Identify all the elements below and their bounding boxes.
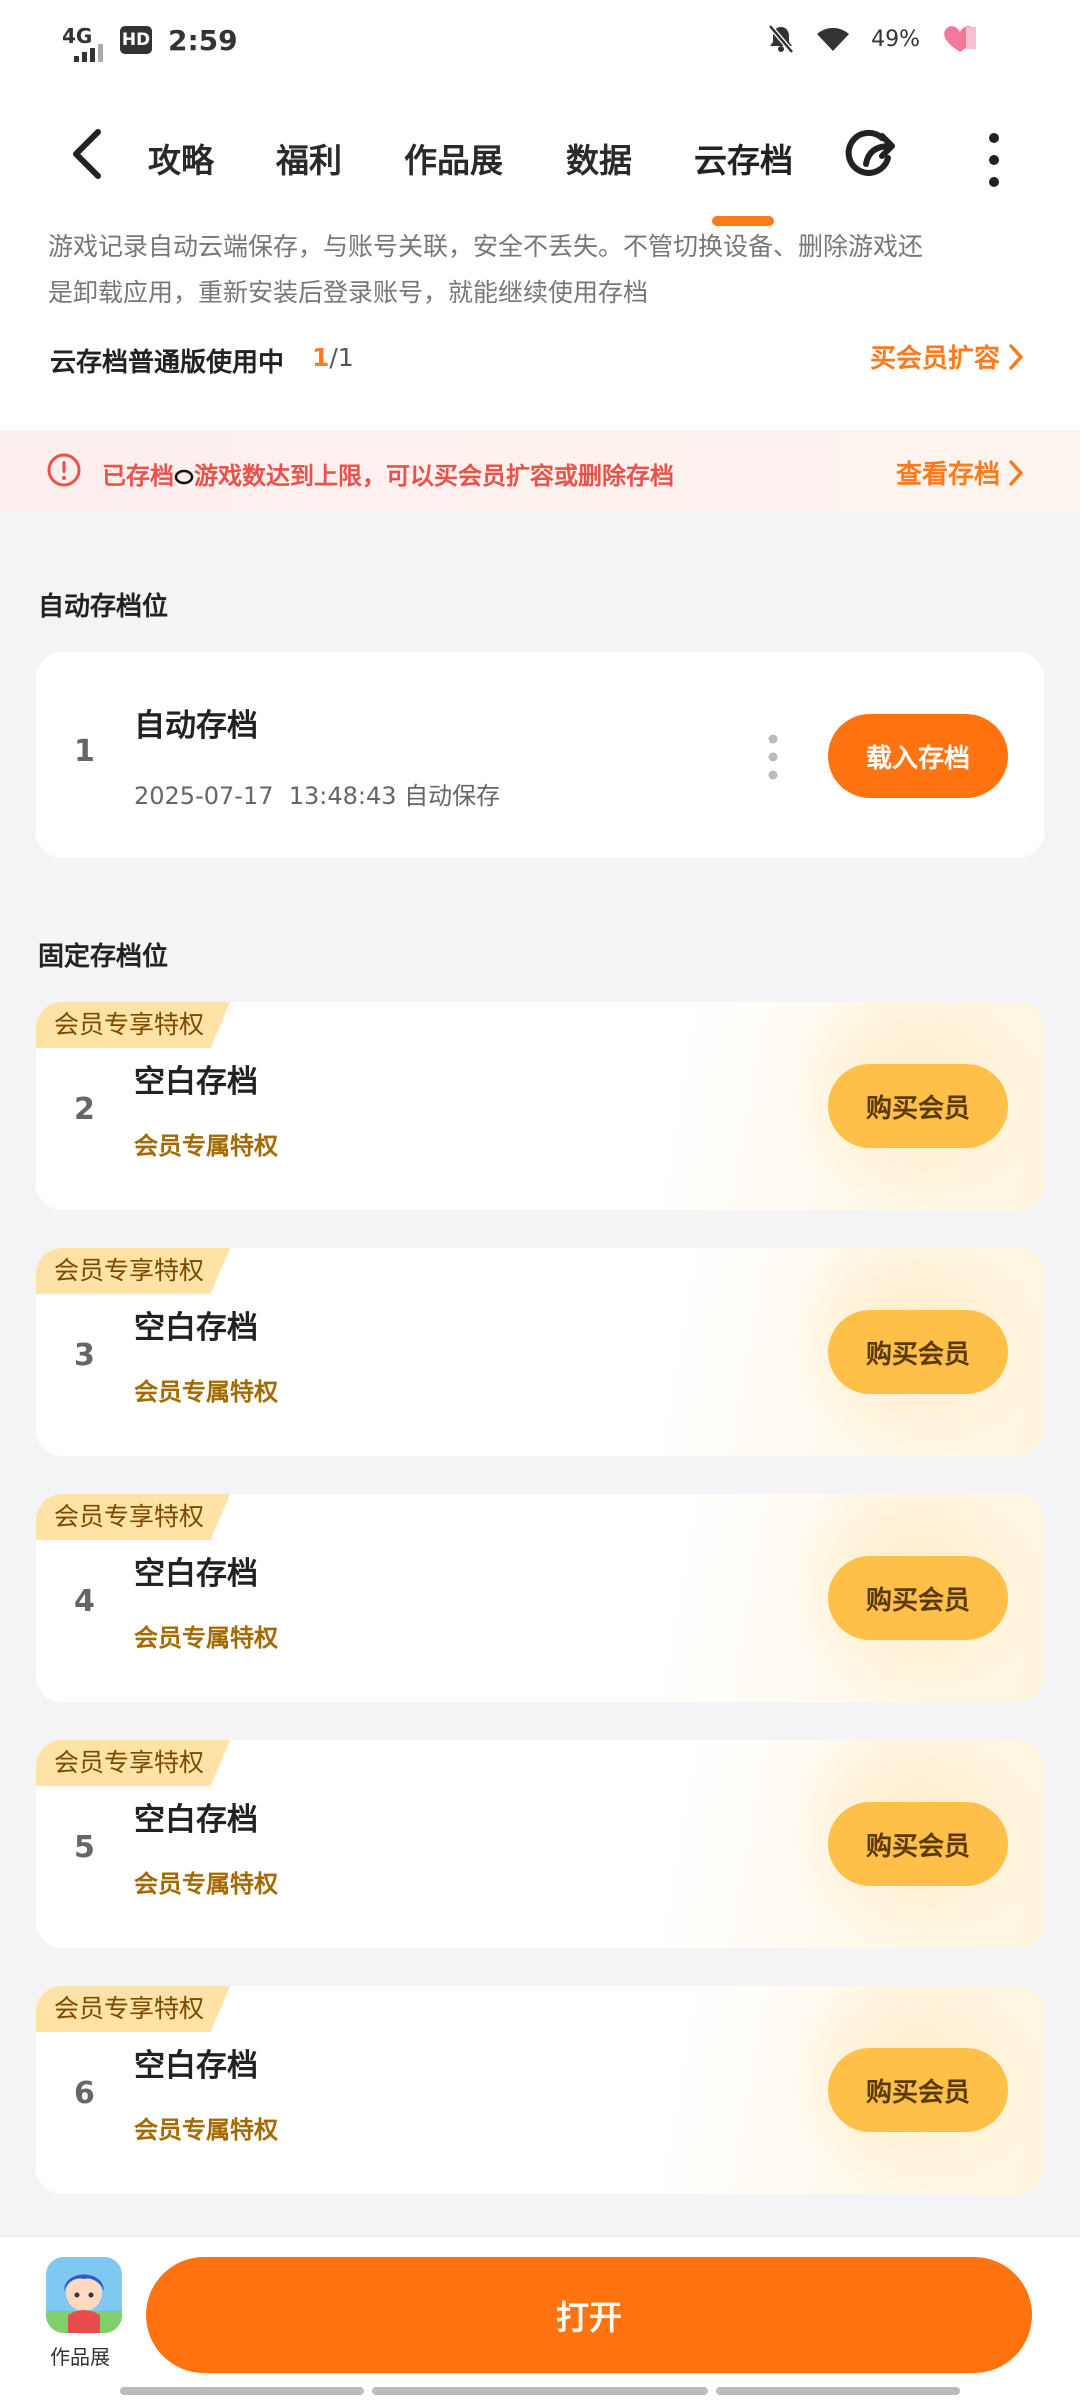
- load-save-button[interactable]: 载入存档: [828, 714, 1008, 798]
- fixed-slot-card: 会员专享特权 4 空白存档 会员专属特权 购买会员: [36, 1494, 1044, 1702]
- usage-used: 1: [312, 343, 330, 372]
- fixed-slot-card: 会员专享特权 2 空白存档 会员专属特权 购买会员: [36, 1002, 1044, 1210]
- usage-total: /1: [329, 343, 354, 372]
- fixed-slot-card: 会员专享特权 5 空白存档 会员专属特权 购买会员: [36, 1740, 1044, 1948]
- alert-icon: [47, 453, 81, 487]
- upgrade-link[interactable]: 买会员扩容: [870, 338, 1024, 375]
- buy-membership-button[interactable]: 购买会员: [828, 1556, 1008, 1640]
- slot-title: 自动存档: [134, 708, 258, 744]
- slot-subtitle: 会员专属特权: [134, 1870, 278, 1898]
- auto-save-section-title: 自动存档位: [38, 592, 169, 622]
- slot-index: 6: [74, 2076, 95, 2111]
- buy-membership-button[interactable]: 购买会员: [828, 1310, 1008, 1394]
- status-bar: 4G HD 2:59 49%: [0, 0, 1080, 84]
- intro-line-2: 是卸载应用，重新安装后登录账号，就能继续使用存档: [48, 278, 649, 307]
- member-badge: 会员专享特权: [36, 1002, 231, 1048]
- member-badge: 会员专享特权: [36, 1740, 231, 1786]
- fixed-slot-card: 会员专享特权 6 空白存档 会员专属特权 购买会员: [36, 1986, 1044, 2194]
- slot-timestamp: 2025-07-17 13:48:43 自动保存: [134, 776, 500, 811]
- warning-text-before: 已存档: [102, 462, 174, 490]
- buy-membership-button[interactable]: 购买会员: [828, 1802, 1008, 1886]
- cloud-save-intro: 游戏记录自动云端保存，与账号关联，安全不丢失。不管切换设备、删除游戏还 是卸载应…: [0, 230, 1080, 430]
- usage-label: 云存档普通版使用中: [50, 348, 285, 378]
- fixed-slot-card: 会员专享特权 3 空白存档 会员专属特权 购买会员: [36, 1248, 1044, 1456]
- nav-gesture-bar: [716, 2387, 960, 2395]
- game-character-icon: [46, 2257, 122, 2333]
- view-saves-label: 查看存档: [895, 460, 1000, 490]
- signal-icon: [74, 44, 103, 62]
- tab-benefits[interactable]: 福利: [276, 134, 342, 182]
- slot-subtitle: 会员专属特权: [134, 2116, 278, 2144]
- nav-gesture-bar: [120, 2387, 364, 2395]
- slot-title: 空白存档: [134, 1310, 258, 1346]
- app-label: 作品展: [50, 2345, 110, 2369]
- chevron-right-icon: [1009, 343, 1023, 370]
- nav-gesture-bar: [372, 2387, 708, 2395]
- slot-index: 1: [74, 734, 95, 769]
- slot-index: 5: [74, 1830, 95, 1865]
- buy-membership-button[interactable]: 购买会员: [828, 2048, 1008, 2132]
- bottom-action-bar: 作品展 打开: [0, 2236, 1080, 2401]
- slot-title: 空白存档: [134, 1802, 258, 1838]
- storage-limit-warning: 已存档 游戏数达到上限，可以买会员扩容或删除存档 查看存档: [0, 432, 1080, 512]
- heart-battery-icon: [944, 26, 976, 52]
- more-menu-icon[interactable]: [982, 130, 1006, 190]
- tab-data[interactable]: 数据: [566, 134, 632, 182]
- upgrade-label: 买会员扩容: [869, 344, 1000, 374]
- usage-count: 1/1: [312, 343, 354, 372]
- slot-options-icon[interactable]: [766, 732, 780, 782]
- wifi-icon: [817, 27, 850, 51]
- back-arrow-icon[interactable]: [64, 124, 112, 184]
- tab-cloud-save[interactable]: 云存档: [694, 134, 793, 182]
- chevron-right-icon: [1009, 459, 1023, 486]
- member-badge: 会员专享特权: [36, 1986, 231, 2032]
- intro-line-1: 游戏记录自动云端保存，与账号关联，安全不丢失。不管切换设备、删除游戏还: [48, 232, 924, 261]
- open-game-button[interactable]: 打开: [146, 2257, 1032, 2373]
- slot-title: 空白存档: [134, 1064, 258, 1100]
- warning-message: 已存档 游戏数达到上限，可以买会员扩容或删除存档: [102, 456, 674, 491]
- game-app-icon[interactable]: [46, 2257, 122, 2333]
- redaction-mark-icon: [174, 469, 194, 485]
- slot-subtitle: 会员专属特权: [134, 1624, 278, 1652]
- intro-description: 游戏记录自动云端保存，与账号关联，安全不丢失。不管切换设备、删除游戏还 是卸载应…: [48, 224, 1038, 316]
- slot-index: 3: [74, 1338, 95, 1373]
- mute-icon: [768, 24, 795, 54]
- auto-save-card: 1 自动存档 2025-07-17 13:48:43 自动保存 载入存档: [36, 652, 1044, 858]
- member-badge: 会员专享特权: [36, 1494, 231, 1540]
- save-mode: 自动保存: [404, 782, 501, 810]
- view-saves-link[interactable]: 查看存档: [896, 454, 1024, 491]
- buy-membership-button[interactable]: 购买会员: [828, 1064, 1008, 1148]
- slot-index: 4: [74, 1584, 95, 1619]
- slot-subtitle: 会员专属特权: [134, 1378, 278, 1406]
- share-icon[interactable]: [844, 126, 904, 186]
- tab-guide[interactable]: 攻略: [148, 134, 214, 182]
- tab-showcase[interactable]: 作品展: [404, 134, 503, 182]
- battery-level: 49%: [871, 26, 920, 52]
- member-badge: 会员专享特权: [36, 1248, 231, 1294]
- clock: 2:59: [168, 24, 238, 57]
- top-nav: 攻略 福利 作品展 数据 云存档: [0, 84, 1080, 231]
- fixed-save-section-title: 固定存档位: [38, 942, 169, 972]
- slot-title: 空白存档: [134, 1556, 258, 1592]
- slot-subtitle: 会员专属特权: [134, 1132, 278, 1160]
- warning-text-after: 游戏数达到上限，可以买会员扩容或删除存档: [194, 462, 674, 490]
- save-timestamp: 2025-07-17 13:48:43: [134, 782, 397, 810]
- slot-title: 空白存档: [134, 2048, 258, 2084]
- hd-icon: HD: [120, 26, 152, 54]
- slot-index: 2: [74, 1092, 95, 1127]
